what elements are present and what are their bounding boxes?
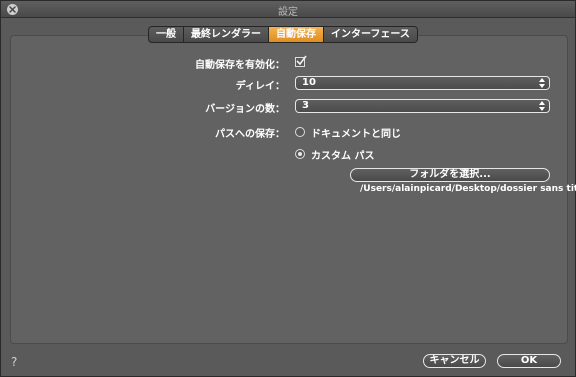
save-path-label: パスへの保存： xyxy=(215,129,285,140)
tab-autosave[interactable]: 自動保存 xyxy=(269,27,324,42)
preferences-window: 設定 一般 最終レンダラー 自動保存 インターフェース 自動保存を有効化： ディ… xyxy=(0,0,576,377)
enable-autosave-label: 自動保存を有効化： xyxy=(195,60,285,71)
delay-label: ディレイ： xyxy=(235,81,285,92)
delay-value: 10 xyxy=(302,77,316,88)
radio-custom-path-label: カスタム パス xyxy=(311,151,375,162)
custom-path-text: /Users/alainpicard/Desktop/dossier sans … xyxy=(360,184,576,194)
tab-bar: 一般 最終レンダラー 自動保存 インターフェース xyxy=(148,26,418,43)
versions-value: 3 xyxy=(302,100,309,111)
cancel-button[interactable]: キャンセル xyxy=(423,354,486,368)
updown-arrows-icon xyxy=(539,78,545,88)
tab-interface[interactable]: インターフェース xyxy=(324,27,417,42)
checkmark-icon xyxy=(296,55,307,66)
radio-custom-path[interactable] xyxy=(295,149,305,159)
radio-same-as-document-label: ドキュメントと同じ xyxy=(311,129,401,140)
help-button[interactable]: ? xyxy=(11,355,17,369)
versions-label: バージョンの数： xyxy=(205,104,285,115)
window-title: 設定 xyxy=(278,7,298,18)
enable-autosave-checkbox[interactable] xyxy=(295,55,307,67)
choose-folder-button[interactable]: フォルダを選択... xyxy=(350,168,550,182)
tab-final-renderer[interactable]: 最終レンダラー xyxy=(184,27,269,42)
updown-arrows-icon xyxy=(539,101,545,111)
versions-select[interactable]: 3 xyxy=(295,99,550,113)
radio-same-as-document[interactable] xyxy=(295,127,305,137)
tab-general[interactable]: 一般 xyxy=(149,27,184,42)
ok-button[interactable]: OK xyxy=(497,354,561,368)
delay-select[interactable]: 10 xyxy=(295,76,550,90)
title-bar: 設定 xyxy=(1,1,575,18)
